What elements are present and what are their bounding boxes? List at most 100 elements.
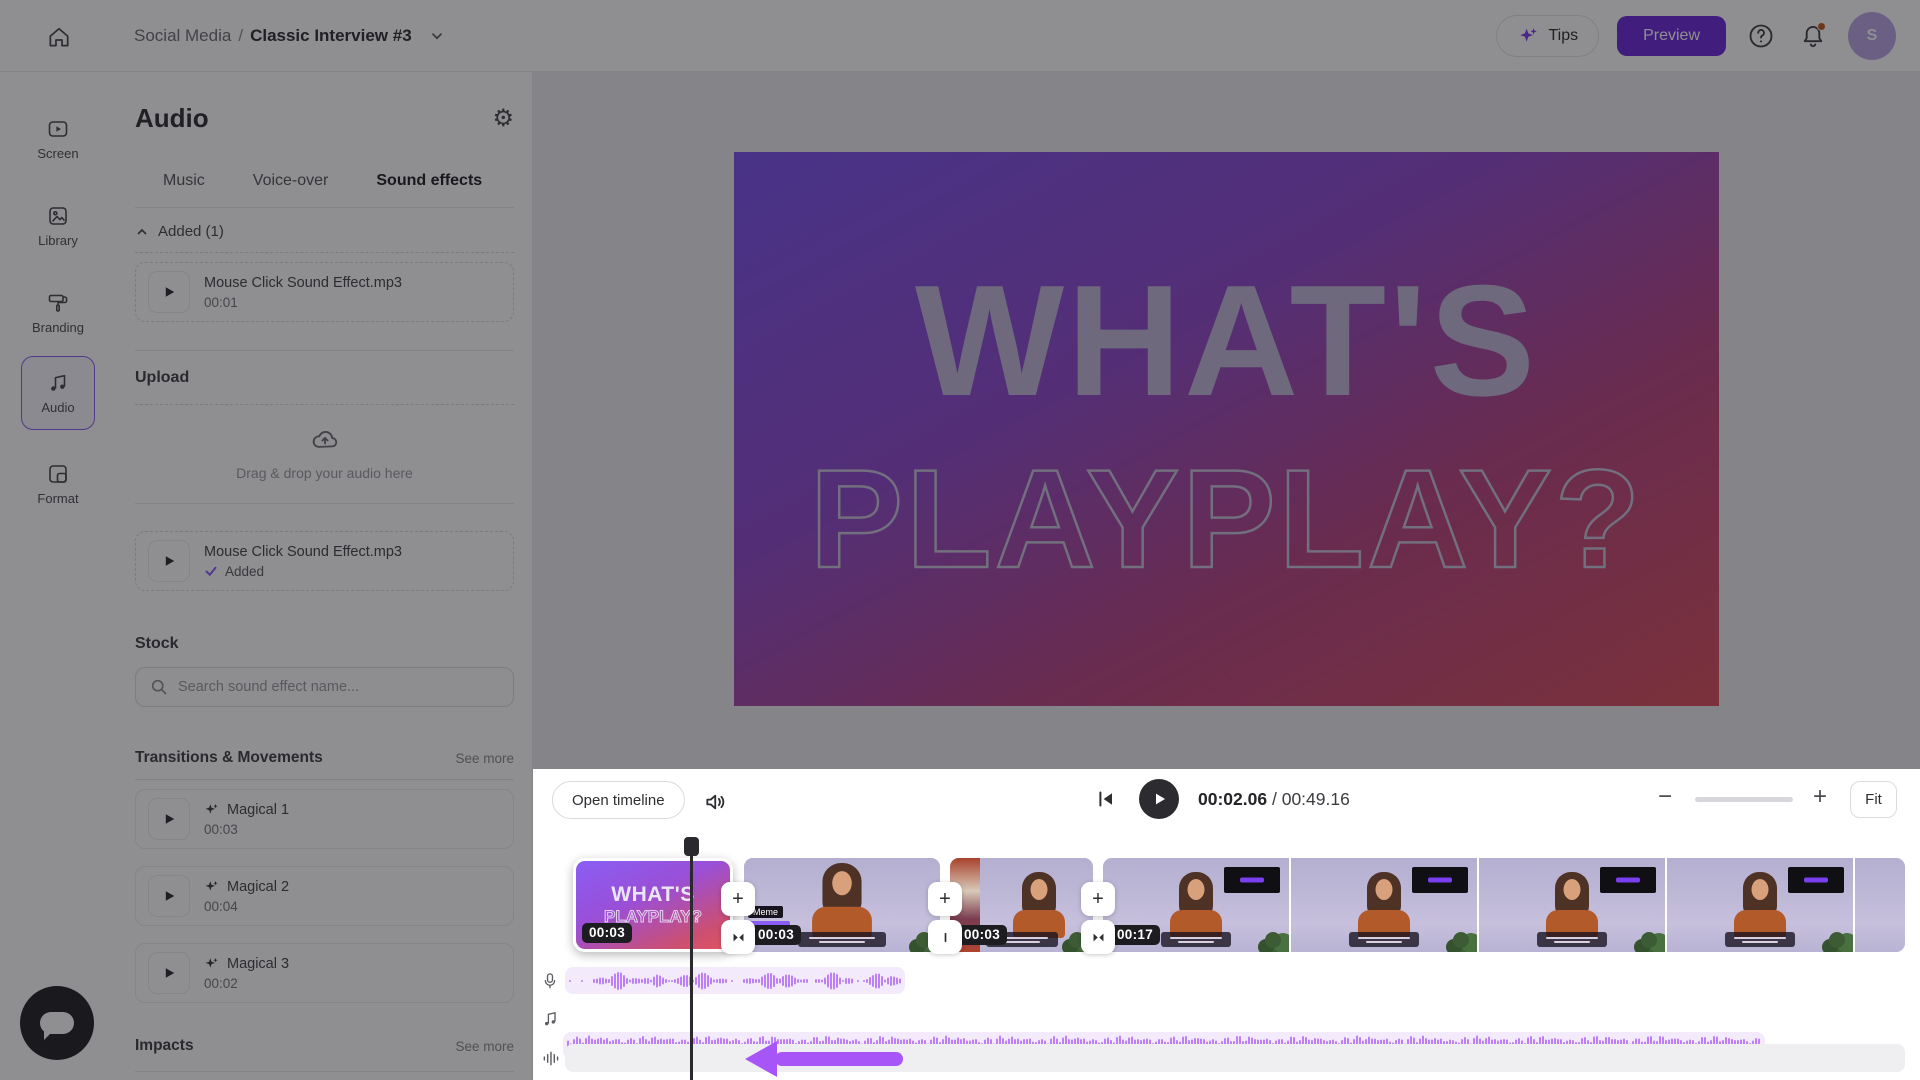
transition-duration: 00:02 [204, 976, 289, 991]
music-track-icon [541, 1010, 559, 1027]
sidebar: Screen Library Branding Audio Format [0, 72, 116, 1080]
divider [135, 252, 514, 253]
sidebar-item-library[interactable]: Library [21, 189, 95, 263]
uploaded-sound-item[interactable]: Mouse Click Sound Effect.mp3 Added [135, 531, 514, 591]
sound-search[interactable] [135, 667, 514, 707]
person-figure [1170, 872, 1222, 938]
chat-bubble-icon [40, 1012, 74, 1034]
play-icon[interactable] [148, 540, 190, 582]
add-clip-button[interactable]: + [721, 882, 755, 916]
tips-button[interactable]: Tips [1496, 15, 1599, 57]
audio-tabs: Music Voice-over Sound effects [135, 172, 514, 190]
add-clip-button[interactable]: + [928, 882, 962, 916]
home-button[interactable] [44, 22, 74, 52]
transition-name: Magical 2 [227, 879, 289, 895]
tips-label: Tips [1548, 27, 1578, 45]
added-section-toggle[interactable]: Added (1) [135, 223, 514, 240]
breadcrumb[interactable]: Social Media / Classic Interview #3 [134, 0, 445, 72]
stock-section-title: Stock [135, 635, 514, 653]
sparkle-icon [1517, 25, 1539, 47]
avatar[interactable]: S [1848, 12, 1896, 60]
video-preview[interactable]: WHAT'S PLAYPLAY? [734, 152, 1719, 706]
clip-thumbnail [1855, 858, 1905, 952]
topbar-actions: Tips Preview S [1496, 0, 1896, 72]
play-button[interactable] [1139, 779, 1179, 819]
gear-icon[interactable]: ⚙ [492, 107, 514, 131]
add-clip-button[interactable]: + [1081, 882, 1115, 916]
clip-duration-badge: 00:03 [751, 925, 801, 945]
divider [135, 503, 514, 504]
upload-cloud-icon [310, 425, 340, 455]
chevron-up-icon [135, 225, 149, 239]
added-sound-item[interactable]: Mouse Click Sound Effect.mp3 00:01 [135, 262, 514, 322]
timeline: Open timeline 00:02.06 / 00:49.16 − + Fi… [533, 769, 1920, 1080]
video-title-line1: WHAT'S [915, 262, 1538, 420]
panel-title: Audio [135, 103, 209, 134]
transition-item-magical-3[interactable]: Magical 3 00:02 [135, 943, 514, 1003]
playhead-handle[interactable] [684, 837, 699, 856]
skip-to-start-button[interactable] [1094, 787, 1118, 811]
zoom-slider[interactable] [1695, 797, 1793, 802]
transition-button[interactable] [721, 920, 755, 954]
voiceover-track[interactable] [565, 967, 905, 994]
timeline-clip-title-card[interactable]: WHAT'S PLAYPLAY? 00:03 [573, 858, 733, 952]
search-input[interactable] [178, 679, 499, 695]
play-icon[interactable] [148, 875, 190, 917]
sidebar-item-label: Audio [41, 400, 74, 415]
caption-bar [1349, 932, 1419, 947]
sparkle-icon [204, 956, 219, 971]
notifications-button[interactable] [1796, 19, 1830, 53]
trim-button[interactable] [928, 920, 962, 954]
sound-duration: 00:01 [204, 295, 402, 310]
screen-icon [46, 117, 70, 141]
breadcrumb-section: Social Media [134, 26, 231, 46]
play-icon[interactable] [148, 798, 190, 840]
sound-name: Mouse Click Sound Effect.mp3 [204, 544, 402, 560]
format-icon [46, 462, 70, 486]
preview-button[interactable]: Preview [1617, 16, 1726, 56]
tab-sound-effects[interactable]: Sound effects [376, 172, 482, 190]
timeline-clip-4[interactable]: 00:17 [1103, 858, 1905, 952]
impacts-see-more[interactable]: See more [455, 1039, 514, 1054]
transition-item-magical-1[interactable]: Magical 1 00:03 [135, 789, 514, 849]
caption-bar [1537, 932, 1607, 947]
audio-panel: Audio ⚙ Music Voice-over Sound effects A… [116, 72, 533, 1080]
audio-dropzone[interactable]: Drag & drop your audio here [135, 405, 514, 503]
sound-effects-track-icon [541, 1050, 559, 1067]
transition-duration: 00:03 [204, 822, 289, 837]
clip-duration-badge: 00:17 [1110, 925, 1160, 945]
zoom-in-button[interactable]: + [1808, 783, 1832, 811]
transitions-see-more[interactable]: See more [455, 751, 514, 766]
tab-music[interactable]: Music [163, 172, 205, 190]
sidebar-item-screen[interactable]: Screen [21, 102, 95, 176]
transition-name: Magical 1 [227, 802, 289, 818]
tab-voice-over[interactable]: Voice-over [253, 172, 329, 190]
play-icon[interactable] [148, 952, 190, 994]
speaker-icon[interactable] [703, 789, 729, 815]
check-icon [204, 564, 218, 578]
playhead-line[interactable] [690, 841, 693, 1080]
sidebar-item-branding[interactable]: Branding [21, 276, 95, 350]
timeline-clip-3[interactable]: 00:03 [950, 858, 1093, 952]
sidebar-item-format[interactable]: Format [21, 447, 95, 521]
transition-name: Magical 3 [227, 956, 289, 972]
play-icon[interactable] [148, 271, 190, 313]
sidebar-item-label: Format [37, 491, 78, 506]
caption-bar [1161, 932, 1231, 947]
breadcrumb-chevron-icon[interactable] [429, 28, 445, 44]
timeline-clip-2[interactable]: Meme 00:03 [744, 858, 940, 952]
fit-button[interactable]: Fit [1850, 781, 1897, 818]
clip-thumbnail [1291, 858, 1477, 952]
chat-launcher-button[interactable] [20, 986, 94, 1060]
divider [135, 350, 514, 351]
person-figure [1546, 872, 1598, 938]
sidebar-item-audio[interactable]: Audio [21, 356, 95, 430]
clip-duration-badge: 00:03 [582, 923, 632, 943]
plant-decor [1265, 932, 1281, 948]
zoom-out-button[interactable]: − [1653, 783, 1677, 811]
screen-share-thumb [1600, 867, 1656, 893]
open-timeline-button[interactable]: Open timeline [552, 781, 685, 819]
transition-button[interactable] [1081, 920, 1115, 954]
transition-item-magical-2[interactable]: Magical 2 00:04 [135, 866, 514, 926]
help-button[interactable] [1744, 19, 1778, 53]
